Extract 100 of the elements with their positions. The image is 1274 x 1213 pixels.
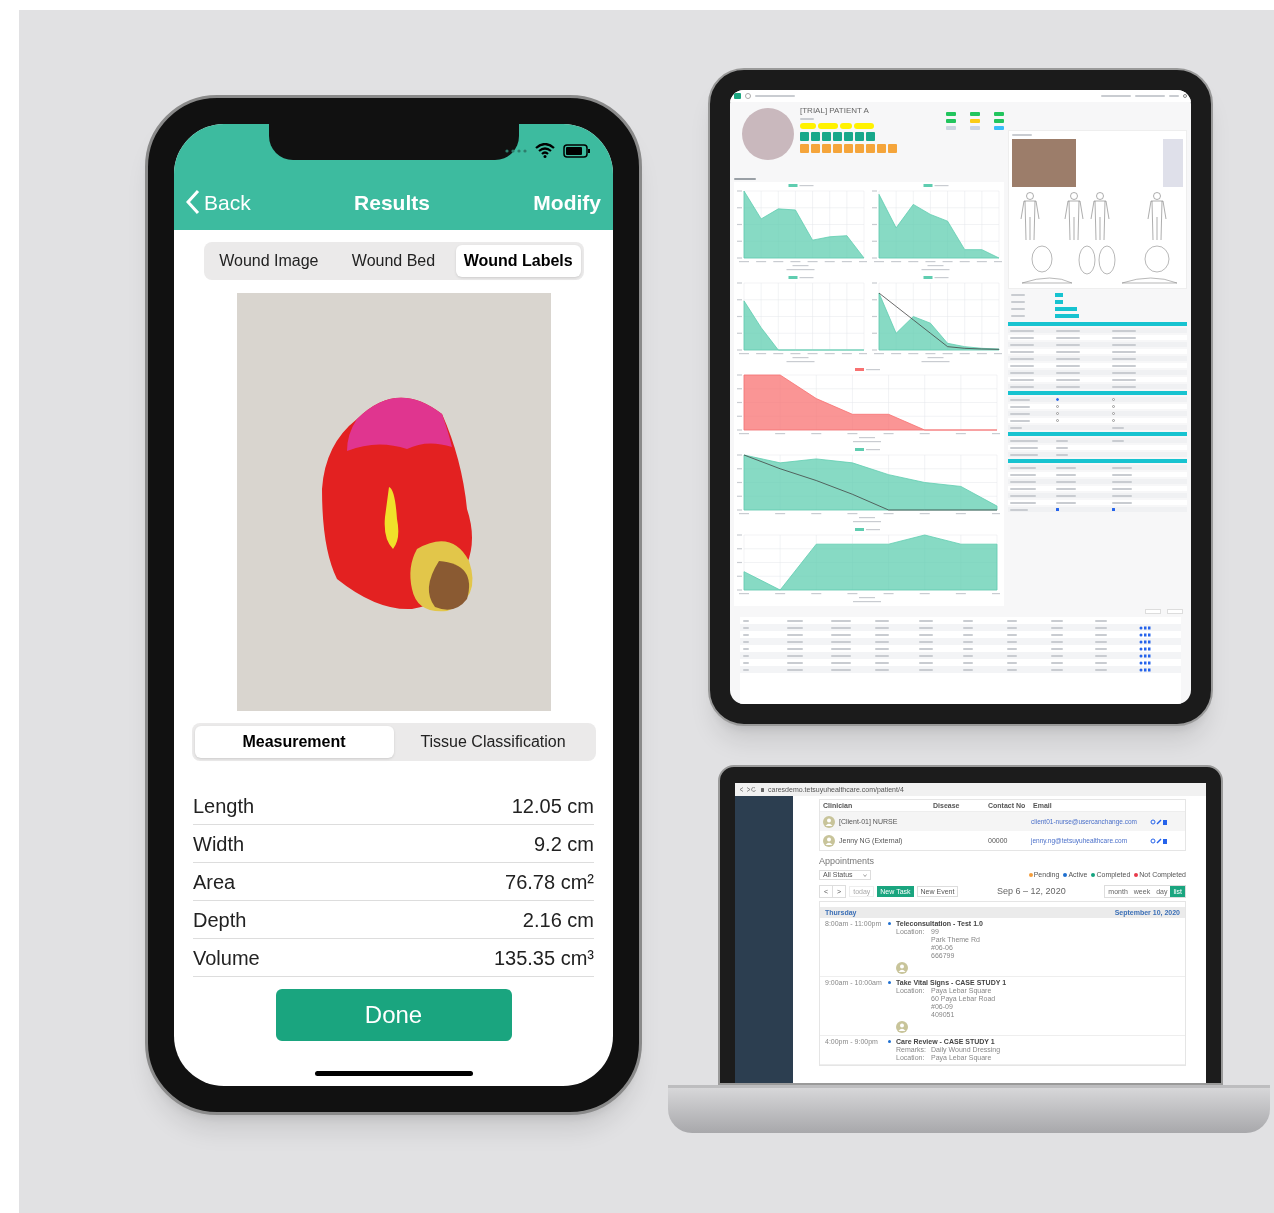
checkbox[interactable]: [1056, 508, 1059, 511]
blurred-text: [1010, 473, 1036, 476]
blurred-text: [1051, 640, 1063, 643]
radio-button[interactable]: [1056, 412, 1059, 415]
image-tab[interactable]: Wound Image: [206, 245, 332, 277]
blurred-text: [1056, 371, 1080, 374]
blurred-text: [787, 647, 803, 650]
row-actions-icon[interactable]: [1150, 818, 1168, 825]
blurred-text: [737, 401, 742, 404]
add-visit-button[interactable]: [1167, 609, 1183, 614]
blurred-text: [875, 661, 889, 664]
radio-button[interactable]: [1056, 398, 1059, 401]
blurred-text: [875, 668, 889, 671]
checkbox[interactable]: [1112, 508, 1115, 511]
detail-tab[interactable]: Tissue Classification: [393, 726, 593, 758]
blurred-text: [919, 626, 933, 629]
browser-nav-icon[interactable]: [739, 787, 757, 792]
tag-pill: [800, 123, 816, 129]
add-visit-button[interactable]: [1145, 609, 1161, 614]
blurred-text: [787, 661, 803, 664]
row-actions-icon[interactable]: [1150, 837, 1168, 844]
radio-button[interactable]: [1112, 412, 1115, 415]
blurred-text: [787, 619, 803, 622]
blurred-text: [831, 626, 851, 629]
image-tab[interactable]: Wound Labels: [455, 245, 581, 277]
radio-button[interactable]: [1056, 419, 1059, 422]
blurred-text: [787, 668, 803, 671]
avatar-placeholder: [742, 108, 794, 160]
legend-swatch: [923, 184, 933, 187]
blurred-text: [1010, 439, 1038, 442]
photo-placeholder: [1012, 139, 1076, 187]
measurement-label: Length: [193, 793, 255, 819]
blurred-text: [919, 668, 933, 671]
blurred-text: [872, 223, 877, 226]
blurred-text: [1056, 466, 1076, 469]
blurred-text: [1010, 446, 1038, 449]
detail-tab[interactable]: Measurement: [194, 726, 394, 758]
measurement-value: 9.2 cm: [533, 831, 594, 857]
patient-name: [TRIAL] PATIENT A: [800, 106, 870, 115]
row-actions-icon[interactable]: [1139, 667, 1151, 672]
measurement-label: Volume: [193, 945, 260, 971]
blurred-text: [737, 561, 742, 564]
row-actions-icon[interactable]: [1139, 639, 1151, 644]
blurred-text: [737, 481, 742, 484]
blurred-text: [831, 654, 851, 657]
blurred-text: [1010, 378, 1034, 381]
tag-pill: [854, 123, 874, 129]
blurred-text: [1010, 480, 1036, 483]
blurred-text: [1056, 364, 1080, 367]
tag-pill: [840, 123, 852, 129]
field-tag: [1055, 314, 1079, 318]
blurred-text: [1010, 350, 1034, 353]
blurred-text: [1010, 343, 1034, 346]
avatar-icon: [823, 815, 835, 828]
blurred-text: [919, 661, 933, 664]
blurred-text: [1010, 405, 1030, 408]
blurred-text: [1010, 412, 1030, 415]
blurred-text: [1056, 336, 1080, 339]
blurred-text: [1056, 350, 1080, 353]
legend-swatch: [923, 276, 933, 279]
blurred-text: [1051, 626, 1063, 629]
blurred-text: [831, 647, 851, 650]
measurement-value: 76.78 cm²: [505, 869, 594, 895]
blurred-text: [1010, 336, 1034, 339]
wifi-icon: [535, 143, 555, 158]
measurement-label: Depth: [193, 907, 247, 933]
radio-button[interactable]: [1112, 405, 1115, 408]
tag-pill: [818, 123, 838, 129]
blurred-text: [1010, 371, 1034, 374]
row-actions-icon[interactable]: [1139, 653, 1151, 658]
radio-button[interactable]: [1112, 419, 1115, 422]
avatar-icon: [823, 834, 835, 847]
legend-swatch: [855, 368, 864, 371]
blurred-text: [1056, 329, 1080, 332]
row-actions-icon[interactable]: [1139, 660, 1151, 665]
image-tab[interactable]: Wound Bed: [331, 245, 456, 277]
radio-button[interactable]: [1056, 405, 1059, 408]
blurred-text: [787, 633, 803, 636]
blurred-text: [1112, 329, 1136, 332]
blurred-text: [1112, 487, 1132, 490]
blurred-text: [1051, 668, 1063, 671]
blurred-text: [1010, 357, 1034, 360]
blurred-text: [872, 315, 877, 318]
blurred-text: [1112, 371, 1136, 374]
blurred-text: [1095, 661, 1107, 664]
blurred-text: [831, 619, 851, 622]
blurred-text: [1112, 466, 1132, 469]
row-actions-icon[interactable]: [1139, 625, 1151, 630]
blurred-text: [1112, 501, 1132, 504]
measurement-value: 12.05 cm: [511, 793, 594, 819]
row-actions-icon[interactable]: [1139, 646, 1151, 651]
radio-button[interactable]: [1112, 398, 1115, 401]
blurred-text: [1056, 501, 1076, 504]
row-actions-icon[interactable]: [1139, 632, 1151, 637]
blurred-text: [1010, 453, 1038, 456]
menu-icon[interactable]: [734, 93, 741, 99]
blurred-text: [1010, 501, 1036, 504]
blurred-text: [1010, 466, 1036, 469]
blurred-text: [1051, 654, 1063, 657]
blurred-text: [1056, 378, 1080, 381]
